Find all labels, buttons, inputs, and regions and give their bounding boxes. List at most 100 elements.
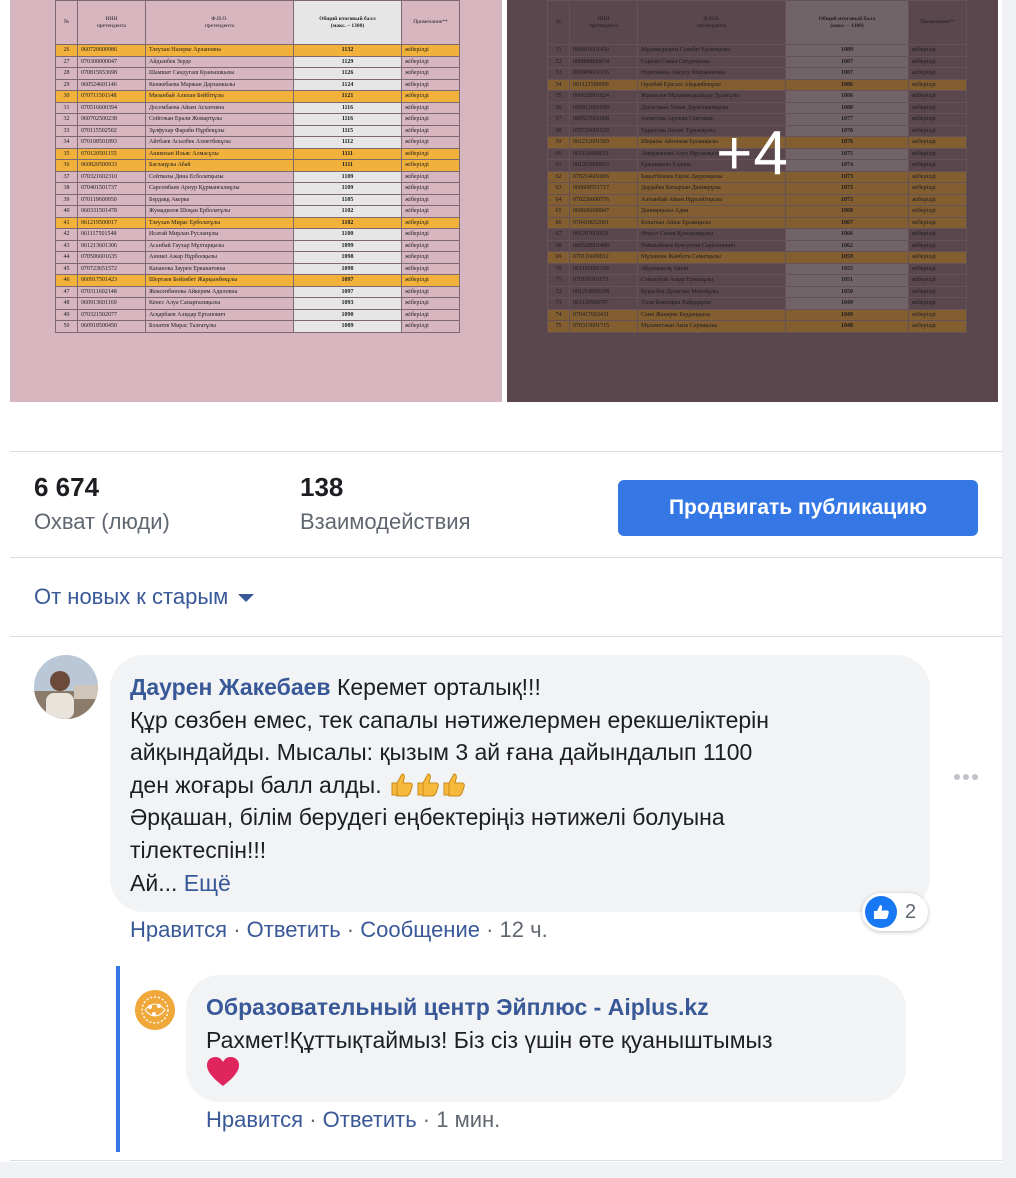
table-cell-name: Капанова Заурен Ерканатовна — [145, 262, 294, 275]
photo-1[interactable]: № ИИН претендента Ф.И.О. претендента Общий ит… — [10, 0, 502, 402]
promote-post-button[interactable]: Продвигать публикацию — [618, 480, 978, 536]
table-cell-n: 37 — [55, 170, 78, 183]
table-cell-n: 28 — [55, 67, 78, 80]
table-cell-iin: 060720600986 — [77, 44, 146, 57]
table-cell-iin: 070815653698 — [77, 67, 146, 80]
table-row: 34 070108501893 Айтбаев Асылбек Ахметбекұл… — [55, 136, 460, 149]
table-cell-iin: 070115502502 — [77, 124, 146, 137]
photo-2[interactable]: № ИИН претендента Ф.И.О. претендента Общий ит… — [507, 0, 998, 402]
table-cell-n: 30 — [55, 90, 78, 103]
separator: · — [227, 917, 247, 942]
aiplus-logo-icon — [135, 990, 175, 1030]
table-cell-name: Ашимхан Ильяс Алмасұлы — [145, 147, 294, 160]
more-photos-count[interactable]: +4 — [507, 118, 998, 189]
table-cell-note: жіберілді — [401, 251, 460, 264]
table-cell-iin: 070516600394 — [77, 101, 146, 114]
table-cell-n: 26 — [55, 44, 78, 57]
table-cell-score: 1111 — [293, 147, 402, 160]
sheet-header-cell: Примечание** — [401, 0, 460, 45]
comment-author[interactable]: Даурен Жакебаев — [130, 674, 331, 700]
table-cell-name: Шертаев Бейімбет Жарқынбекұлы — [145, 274, 294, 287]
comment-text: Құр сөзбен емес, тек сапалы нәтижелермен… — [130, 706, 769, 733]
table-cell-note: жіберілді — [401, 101, 460, 114]
table-cell-note: жіберілді — [401, 136, 460, 149]
table-cell-iin: 070711501148 — [77, 90, 146, 103]
table-cell-score: 1124 — [293, 78, 402, 91]
table-cell-note: жіберілді — [401, 205, 460, 218]
reply-link[interactable]: Ответить — [323, 1107, 417, 1132]
comment-options-icon[interactable] — [954, 774, 978, 780]
divider — [10, 1160, 1002, 1161]
table-cell-note: жіберілді — [401, 274, 460, 287]
table-cell-score: 1112 — [293, 136, 402, 149]
caret-down-icon — [238, 594, 255, 602]
table-row: 33 070115502502 Зұлфухар Фараби Нұрбекұлы 1… — [55, 124, 460, 137]
comment-sort-dropdown[interactable]: От новых к старым — [34, 584, 255, 610]
comment-text: Әрқашан, білім берудегі еңбектеріңіз нәт… — [130, 804, 725, 831]
table-row: 32 060702500238 Сейітжан Ерали Жомартұлы 11… — [55, 113, 460, 126]
table-row: 30 070711501148 Мизанбай Алихан Бейбітұлы 1… — [55, 90, 460, 103]
table-cell-score: 1132 — [293, 44, 402, 57]
table-cell-name: Досембаева Айым Асхатовна — [145, 101, 294, 114]
reaction-count[interactable]: 2 — [862, 893, 928, 931]
table-cell-note: жіберілді — [401, 239, 460, 252]
comment-text: ден жоғары балл алды. — [130, 771, 382, 798]
table-cell-iin: 061117501548 — [77, 228, 146, 241]
engagement-stat[interactable]: 138 Взаимодействия — [300, 472, 471, 535]
table-cell-score: 1102 — [293, 205, 402, 218]
reply-text: Рахмет!Құттықтаймыз! Біз сіз үшін өте қу… — [206, 1026, 773, 1053]
table-cell-n: 36 — [55, 159, 78, 172]
thumbs-emoji-icon — [388, 772, 466, 798]
reach-stat[interactable]: 6 674 Охват (люди) — [34, 472, 170, 535]
table-cell-name: Болатов Мирас Талғатұлы — [145, 320, 294, 333]
table-row: 44 070506601635 Анниеі Ажар Нұрболқызы 1098… — [55, 251, 460, 264]
table-cell-n: 29 — [55, 78, 78, 91]
divider — [10, 557, 1002, 558]
table-cell-note: жіберілді — [401, 147, 460, 160]
table-row: 31 070516600394 Досембаева Айым Асхатовна 1… — [55, 101, 460, 114]
comment-timestamp[interactable]: 12 ч. — [500, 917, 548, 942]
separator: · — [479, 917, 500, 942]
table-cell-score: 1099 — [293, 239, 402, 252]
table-cell-iin: 070120501155 — [77, 147, 146, 160]
like-link[interactable]: Нравится — [130, 917, 227, 942]
table-cell-note: жіберілді — [401, 216, 460, 229]
table-cell-iin: 060331501478 — [77, 205, 146, 218]
table-cell-name: Сейтказы Дина Есболатқызы — [145, 170, 294, 183]
table-cell-name: Бердаққ Акерке — [145, 193, 294, 206]
table-cell-score: 1116 — [293, 101, 402, 114]
table-cell-note: жіберілді — [401, 44, 460, 57]
comment-text: Ай... — [130, 869, 178, 896]
photo-overlay — [507, 0, 998, 402]
table-cell-iin: 070311602148 — [77, 285, 146, 298]
comment-text: Керемет орталық!!! — [330, 674, 541, 700]
table-cell-name: Исатай Мирлан Русланұлы — [145, 228, 294, 241]
like-link[interactable]: Нравится — [206, 1107, 303, 1132]
table-cell-score: 1098 — [293, 262, 402, 275]
table-cell-name: Сарсембаев Арнур Құрманғалиұлы — [145, 182, 294, 195]
table-cell-score: 1102 — [293, 216, 402, 229]
table-cell-iin: 070108501893 — [77, 136, 146, 149]
table-cell-iin: 061213601306 — [77, 239, 146, 252]
table-cell-note: жіберілді — [401, 67, 460, 80]
table-cell-iin: 060913601169 — [77, 297, 146, 310]
table-cell-note: жіберілді — [401, 308, 460, 321]
reply-actions: Нравится · Ответить · 1 мин. — [206, 1107, 500, 1133]
table-cell-note: жіберілді — [401, 297, 460, 310]
table-cell-n: 41 — [55, 216, 78, 229]
page-avatar[interactable] — [135, 990, 175, 1030]
table-cell-iin: 060820500933 — [77, 159, 146, 172]
reply-author[interactable]: Образовательный центр Эйплюс - Aiplus.kz — [206, 991, 896, 1024]
table-cell-name: Сейітжан Ерали Жомартұлы — [145, 113, 294, 126]
table-cell-note: жіберілді — [401, 170, 460, 183]
table-cell-score: 1093 — [293, 297, 402, 310]
message-link[interactable]: Сообщение — [360, 917, 480, 942]
table-cell-score: 1097 — [293, 274, 402, 287]
post-card: № ИИН претендента Ф.И.О. претендента Общий ит… — [0, 0, 1002, 1162]
reply-link[interactable]: Ответить — [247, 917, 341, 942]
reply-timestamp[interactable]: 1 мин. — [436, 1107, 500, 1132]
table-cell-name: Асқарбаев Алидар Ертанович — [145, 308, 294, 321]
see-more-link[interactable]: Ещё — [184, 870, 231, 896]
avatar[interactable] — [34, 655, 98, 719]
table-row: 26 060720600986 Тлеухан Назерке Арлановна 1… — [55, 44, 460, 57]
